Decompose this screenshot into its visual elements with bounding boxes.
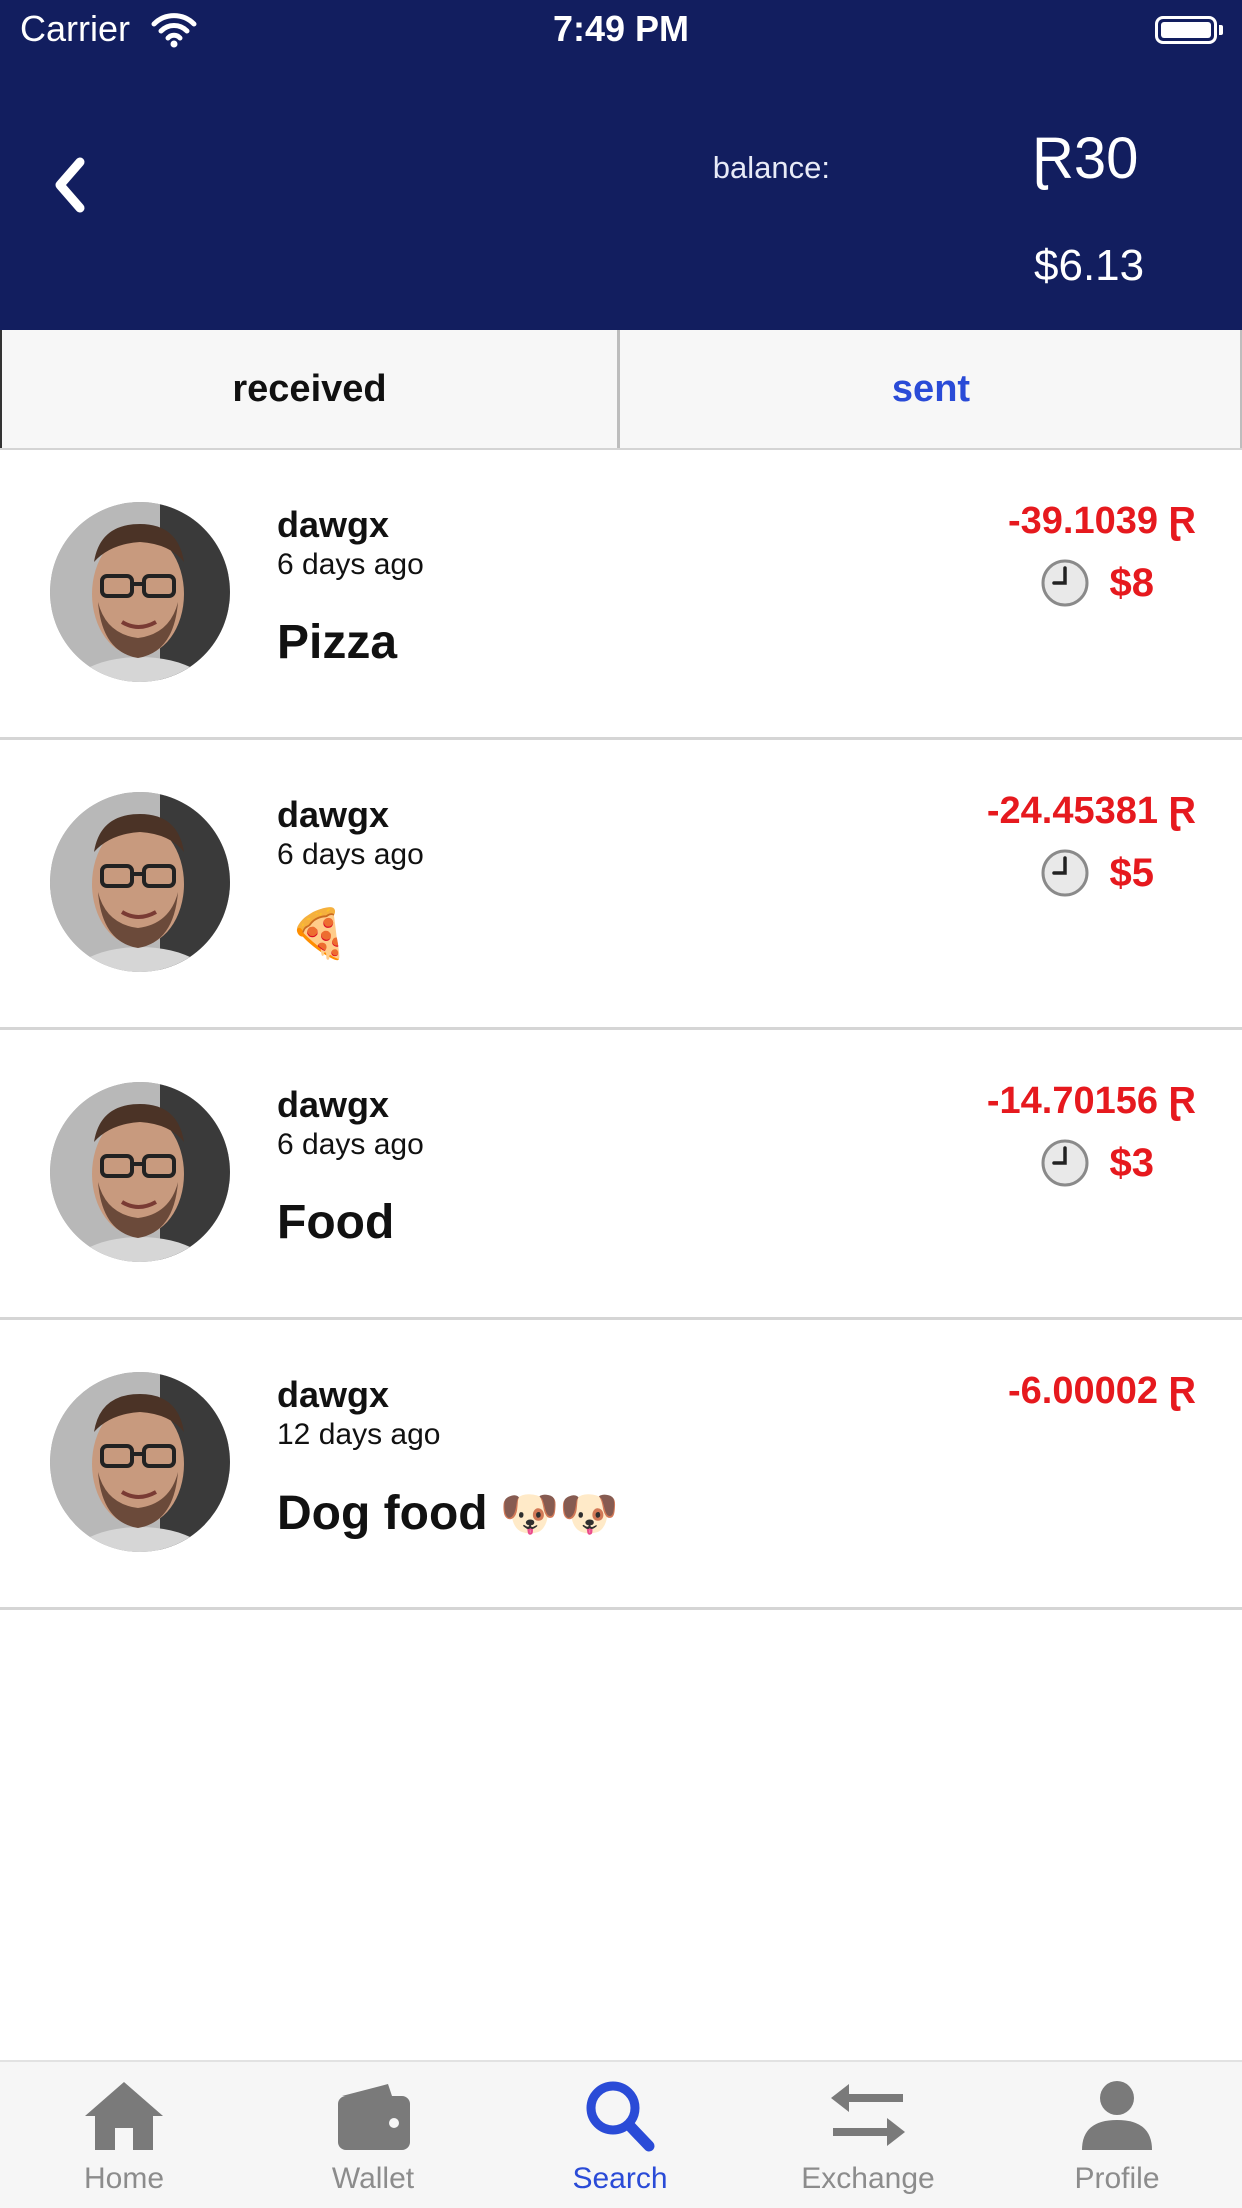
transaction-time: 12 days ago — [277, 1418, 441, 1451]
transaction-row[interactable]: dawgx 6 days ago Food -14.70156 Ɽ $3 — [0, 1030, 1242, 1320]
avatar-photo — [50, 1082, 230, 1262]
balance-label: balance: — [712, 150, 830, 185]
avatar — [50, 1082, 230, 1262]
transaction-row[interactable]: dawgx 12 days ago Dog food 🐶🐶 -6.00002 Ɽ — [0, 1320, 1242, 1610]
transaction-note-text: Food — [277, 1196, 395, 1249]
transaction-time: 6 days ago — [277, 548, 424, 581]
back-chevron-icon[interactable] — [40, 150, 100, 220]
tabbar-label: Home — [83, 2162, 165, 2195]
transaction-usd: $8 — [1109, 560, 1155, 605]
transaction-usd: $5 — [1109, 850, 1155, 895]
avatar-photo — [50, 1372, 230, 1552]
transaction-note-emoji: 🐶🐶 — [499, 1488, 620, 1541]
bottom-tab-bar: Home Wallet Search Exchange Profile — [0, 2060, 1242, 2208]
exchange-icon — [831, 2084, 905, 2146]
transaction-time: 6 days ago — [277, 838, 424, 871]
battery-cap — [1219, 25, 1223, 35]
tabbar-item-home[interactable]: Home — [24, 2076, 224, 2206]
avatar-photo — [50, 792, 230, 972]
transaction-time: 6 days ago — [277, 1128, 424, 1161]
transaction-note: Pizza — [277, 615, 409, 670]
home-icon — [85, 2082, 163, 2150]
tabbar-item-wallet[interactable]: Wallet — [273, 2076, 473, 2206]
transaction-username: dawgx — [277, 794, 390, 835]
tab-received[interactable]: received — [0, 330, 620, 448]
transaction-note-text: Dog food — [277, 1487, 488, 1540]
transaction-pending: $8 — [1040, 558, 1155, 608]
clock-icon — [1041, 1139, 1088, 1187]
tabbar-label: Exchange — [801, 2162, 935, 2195]
tab-sent[interactable]: sent — [622, 330, 1242, 448]
transaction-amount: -6.00002 Ɽ — [1007, 1370, 1196, 1412]
tabbar-label: Wallet — [331, 2162, 415, 2195]
transaction-row[interactable]: dawgx 6 days ago 🍕 -24.45381 Ɽ $5 — [0, 740, 1242, 1030]
transaction-pending: $5 — [1040, 848, 1155, 898]
transaction-list: dawgx 6 days ago Pizza -39.1039 Ɽ $8 daw… — [0, 450, 1242, 1610]
tabs-bar: received sent — [0, 330, 1242, 450]
tabbar-item-exchange[interactable]: Exchange — [768, 2076, 968, 2206]
transaction-username: dawgx — [277, 1084, 390, 1125]
transaction-row[interactable]: dawgx 6 days ago Pizza -39.1039 Ɽ $8 — [0, 450, 1242, 740]
avatar — [50, 792, 230, 972]
tabbar-label: Profile — [1074, 2162, 1160, 2195]
clock-icon — [1041, 849, 1088, 897]
balance-value: Ɽ30 — [1032, 126, 1139, 191]
transaction-note: 🍕 — [277, 905, 349, 962]
transaction-username: dawgx — [277, 1374, 390, 1415]
status-time: 7:49 PM — [552, 8, 690, 49]
header: Carrier 7:49 PM balance: Ɽ30 $6.13 — [0, 0, 1242, 330]
transaction-pending: $3 — [1040, 1138, 1155, 1188]
clock-icon — [1041, 559, 1088, 607]
transaction-note: Dog food 🐶🐶 — [277, 1485, 619, 1542]
avatar — [50, 502, 230, 682]
transaction-note-text: Pizza — [277, 616, 398, 669]
transaction-usd: $3 — [1109, 1140, 1155, 1185]
transaction-note: Food — [277, 1195, 406, 1250]
balance-usd: $6.13 — [1034, 241, 1145, 290]
tabbar-item-profile[interactable]: Profile — [1017, 2076, 1217, 2206]
search-icon — [586, 2081, 655, 2152]
profile-icon — [1082, 2081, 1152, 2150]
transaction-username: dawgx — [277, 504, 390, 545]
transaction-amount: -39.1039 Ɽ — [1007, 500, 1196, 542]
status-bar: Carrier 7:49 PM — [0, 0, 1242, 64]
transaction-amount: -14.70156 Ɽ — [986, 1080, 1196, 1122]
tabbar-item-search[interactable]: Search — [520, 2076, 720, 2206]
avatar — [50, 1372, 230, 1552]
wallet-icon — [338, 2084, 410, 2150]
battery-icon — [1155, 16, 1217, 44]
transaction-amount: -24.45381 Ɽ — [986, 790, 1196, 832]
avatar-photo — [50, 502, 230, 682]
transaction-note-emoji: 🍕 — [289, 908, 349, 961]
tabbar-label: Search — [572, 2162, 668, 2195]
